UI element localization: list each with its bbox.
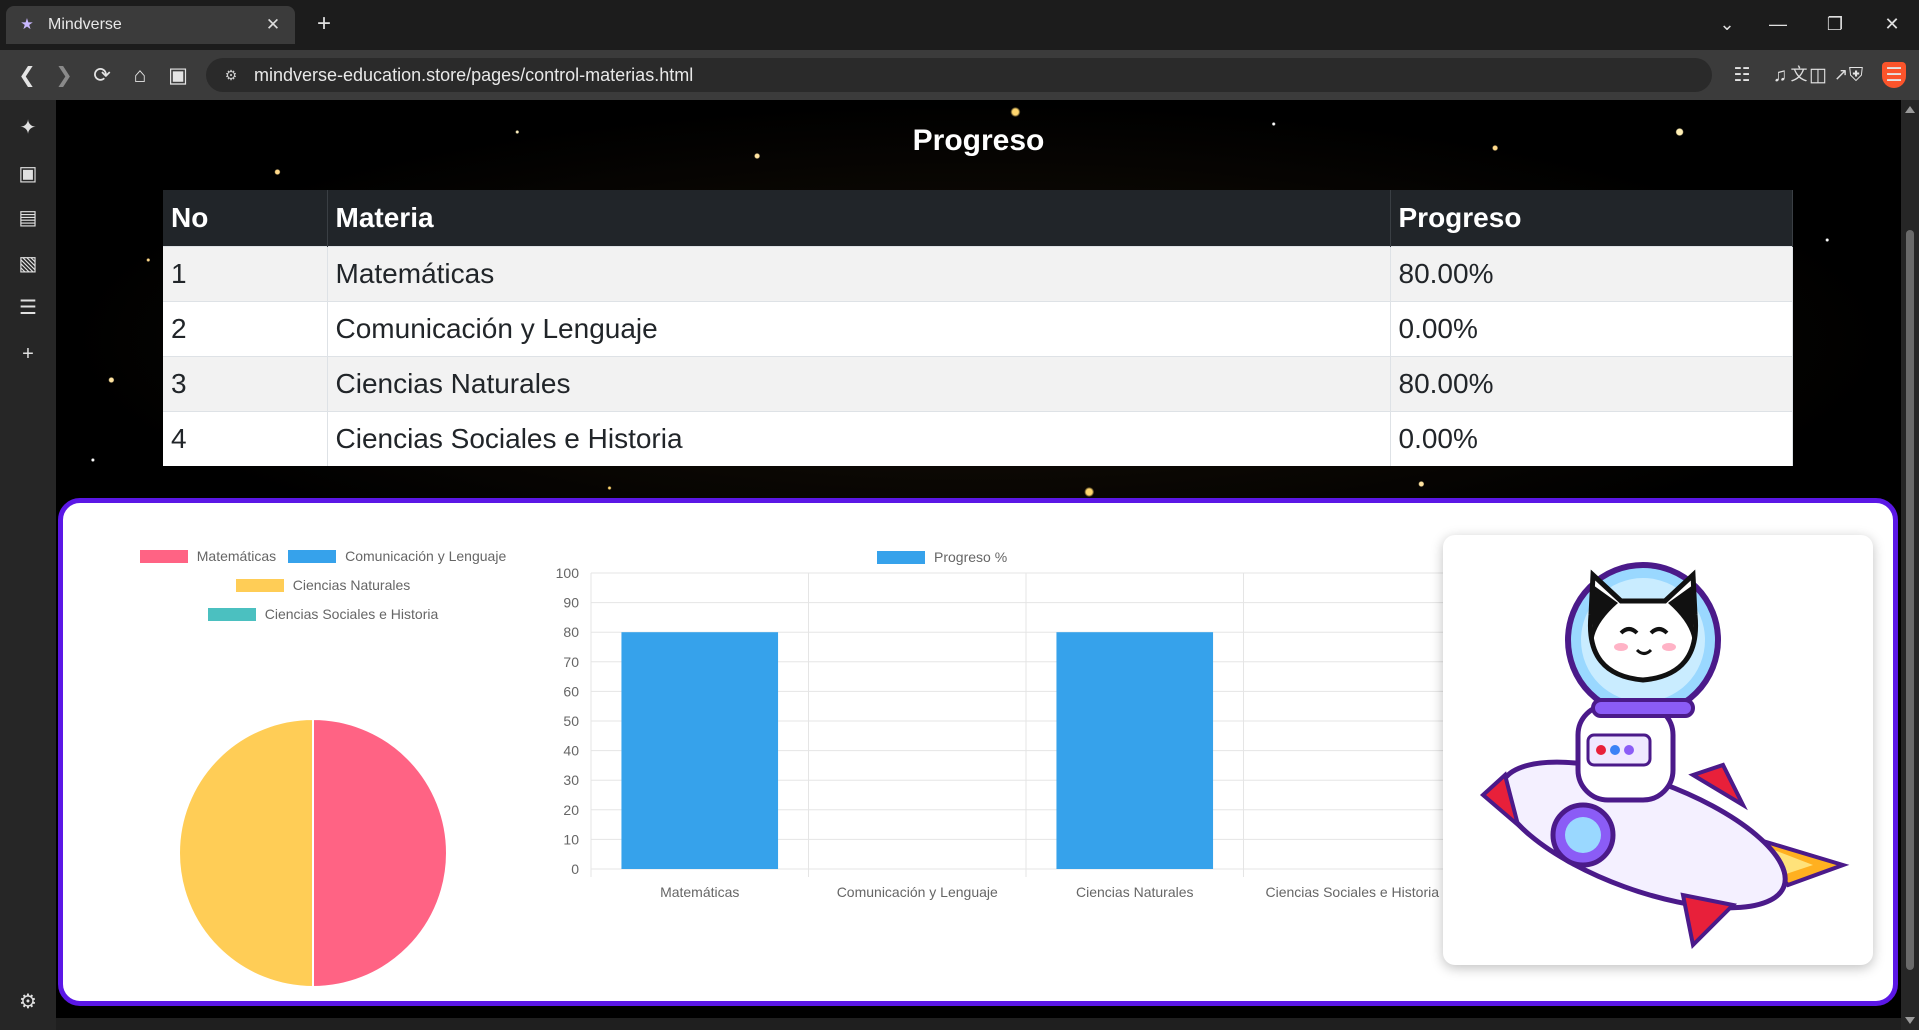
bookmarks-icon[interactable]: ▧ [14, 250, 42, 278]
y-tick-label: 80 [563, 624, 579, 640]
cell-materia: Comunicación y Lenguaje [327, 300, 1391, 356]
table-header-row: No Materia Progreso [163, 190, 1793, 246]
browser-toolbar: ❮ ❯ ⟳ ⌂ ▣ ⚙ mindverse-education.store/pa… [0, 50, 1919, 100]
bar-chart: Progreso % 0 10 20 30 40 50 60 70 80 90 100 Matemáti… [543, 533, 1483, 1003]
new-tab-button[interactable]: + [312, 12, 336, 36]
page-viewport: Progreso No Materia Progreso 1 Matemátic… [56, 100, 1901, 1018]
y-tick-label: 20 [563, 802, 579, 818]
cell-materia: Ciencias Naturales [327, 355, 1391, 411]
header-materia: Materia [327, 190, 1391, 246]
scroll-down-icon[interactable] [1905, 1017, 1915, 1024]
pie-chart-svg [178, 717, 448, 989]
cell-no: 1 [163, 245, 328, 301]
wallet-icon[interactable]: ▤ [14, 204, 42, 232]
forward-icon[interactable]: ❯ [50, 62, 78, 90]
tab-strip: ★ Mindverse ✕ + ⌄ — ❐ ✕ [0, 0, 1919, 50]
table-row: 1 Matemáticas 80.00% [163, 245, 1793, 301]
restore-button[interactable]: ❐ [1820, 12, 1850, 36]
close-tab-icon[interactable]: ✕ [263, 15, 283, 35]
y-tick-label: 70 [563, 654, 579, 670]
scrollbar-thumb[interactable] [1906, 230, 1914, 970]
header-progreso: Progreso [1390, 190, 1793, 246]
y-tick-label: 60 [563, 683, 579, 699]
bar-ciencias-naturales[interactable] [1056, 632, 1214, 869]
y-tick-label: 40 [563, 743, 579, 759]
tab-search-chevron-icon[interactable]: ⌄ [1712, 12, 1742, 36]
pie-slice-ciencias-naturales[interactable] [178, 717, 314, 989]
scroll-up-icon[interactable] [1905, 106, 1915, 113]
y-tick-label: 30 [563, 772, 579, 788]
y-tick-label: 50 [563, 713, 579, 729]
browser-sidebar: ✦ ▣ ▤ ▧ ☰ + ⚙ [0, 100, 56, 1030]
reload-icon[interactable]: ⟳ [88, 62, 116, 90]
close-window-button[interactable]: ✕ [1877, 12, 1907, 36]
table-row: 3 Ciencias Naturales 80.00% [163, 355, 1793, 411]
minimize-button[interactable]: — [1763, 12, 1793, 36]
y-tick-label: 0 [571, 861, 579, 877]
bar-matematicas[interactable] [621, 632, 779, 869]
media-icon[interactable]: ♫ [1766, 62, 1794, 90]
cell-progreso: 0.00% [1390, 300, 1793, 356]
x-tick-label: Comunicación y Lenguaje [837, 884, 998, 900]
legend-swatch [877, 551, 925, 564]
charts-panel: Matemáticas Comunicación y Lenguaje Cienci… [58, 498, 1898, 1006]
cell-progreso: 80.00% [1390, 355, 1793, 411]
vpn-icon[interactable]: ⛨ [1842, 62, 1870, 90]
url-text[interactable]: mindverse-education.store/pages/control-… [254, 65, 693, 86]
cell-materia: Ciencias Sociales e Historia [327, 410, 1391, 466]
y-tick-label: 10 [563, 831, 579, 847]
extensions-icon[interactable]: ☷ [1728, 62, 1756, 90]
cell-materia: Matemáticas [327, 245, 1391, 301]
pie-slice-matematicas[interactable] [312, 717, 448, 989]
bar-legend[interactable]: Progreso % [877, 549, 1007, 565]
y-tick-label: 90 [563, 595, 579, 611]
menu-icon[interactable]: ☰ [1880, 62, 1908, 90]
x-tick-label: Ciencias Naturales [1076, 884, 1194, 900]
pie-chart: Matemáticas Comunicación y Lenguaje Cienci… [103, 533, 543, 1003]
y-tick-label: 100 [556, 565, 580, 581]
header-no: No [163, 190, 328, 246]
cell-progreso: 80.00% [1390, 245, 1793, 301]
video-icon[interactable]: ▣ [14, 160, 42, 188]
browser-tab[interactable]: ★ Mindverse ✕ [6, 6, 295, 44]
astronaut-cat-rocket-illustration [1479, 562, 1850, 950]
table-row: 2 Comunicación y Lenguaje 0.00% [163, 300, 1793, 356]
sidebar-toggle-icon[interactable]: ◫ [1804, 62, 1832, 90]
reading-list-icon[interactable]: ☰ [14, 294, 42, 322]
home-icon[interactable]: ⌂ [126, 62, 154, 90]
table-row: 4 Ciencias Sociales e Historia 0.00% [163, 410, 1793, 466]
cell-no: 3 [163, 355, 328, 411]
add-panel-icon[interactable]: + [14, 340, 42, 368]
x-tick-label: Matemáticas [660, 884, 739, 900]
bookmark-icon[interactable]: ▣ [164, 62, 192, 90]
page-title: Progreso [912, 124, 1045, 157]
settings-gear-icon[interactable]: ⚙ [14, 988, 42, 1016]
bar-chart-svg: Progreso % 0 10 20 30 40 50 60 70 80 90 100 Matemáti… [556, 549, 1462, 900]
cell-progreso: 0.00% [1390, 410, 1793, 466]
x-tick-label: Ciencias Sociales e Historia [1265, 884, 1439, 900]
back-icon[interactable]: ❮ [13, 62, 41, 90]
leo-ai-icon[interactable]: ✦ [14, 114, 42, 142]
wizard-icon: ★ [20, 16, 34, 33]
cell-no: 2 [163, 300, 328, 356]
cell-no: 4 [163, 410, 328, 466]
legend-label: Progreso % [934, 549, 1007, 565]
site-settings-icon[interactable]: ⚙ [216, 67, 246, 84]
tab-title: Mindverse [48, 16, 122, 33]
page-scrollbar[interactable] [1901, 100, 1919, 1030]
address-bar[interactable]: ⚙ mindverse-education.store/pages/contro… [206, 58, 1906, 92]
progress-table: No Materia Progreso 1 Matemáticas 80.00%… [163, 190, 1793, 466]
mascot-card [1443, 535, 1873, 965]
